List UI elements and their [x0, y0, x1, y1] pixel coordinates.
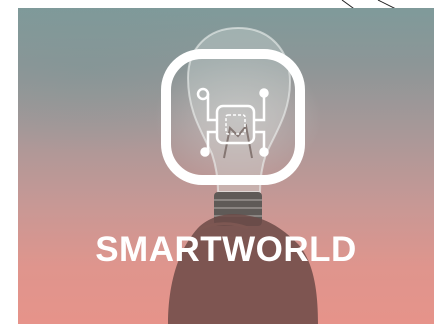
lightbulb-hand-photo	[161, 26, 318, 324]
brand-title: SMARTWORLD	[95, 230, 357, 269]
banner-canvas: SMARTWORLD	[0, 0, 434, 324]
hero-image: SMARTWORLD	[18, 8, 434, 324]
